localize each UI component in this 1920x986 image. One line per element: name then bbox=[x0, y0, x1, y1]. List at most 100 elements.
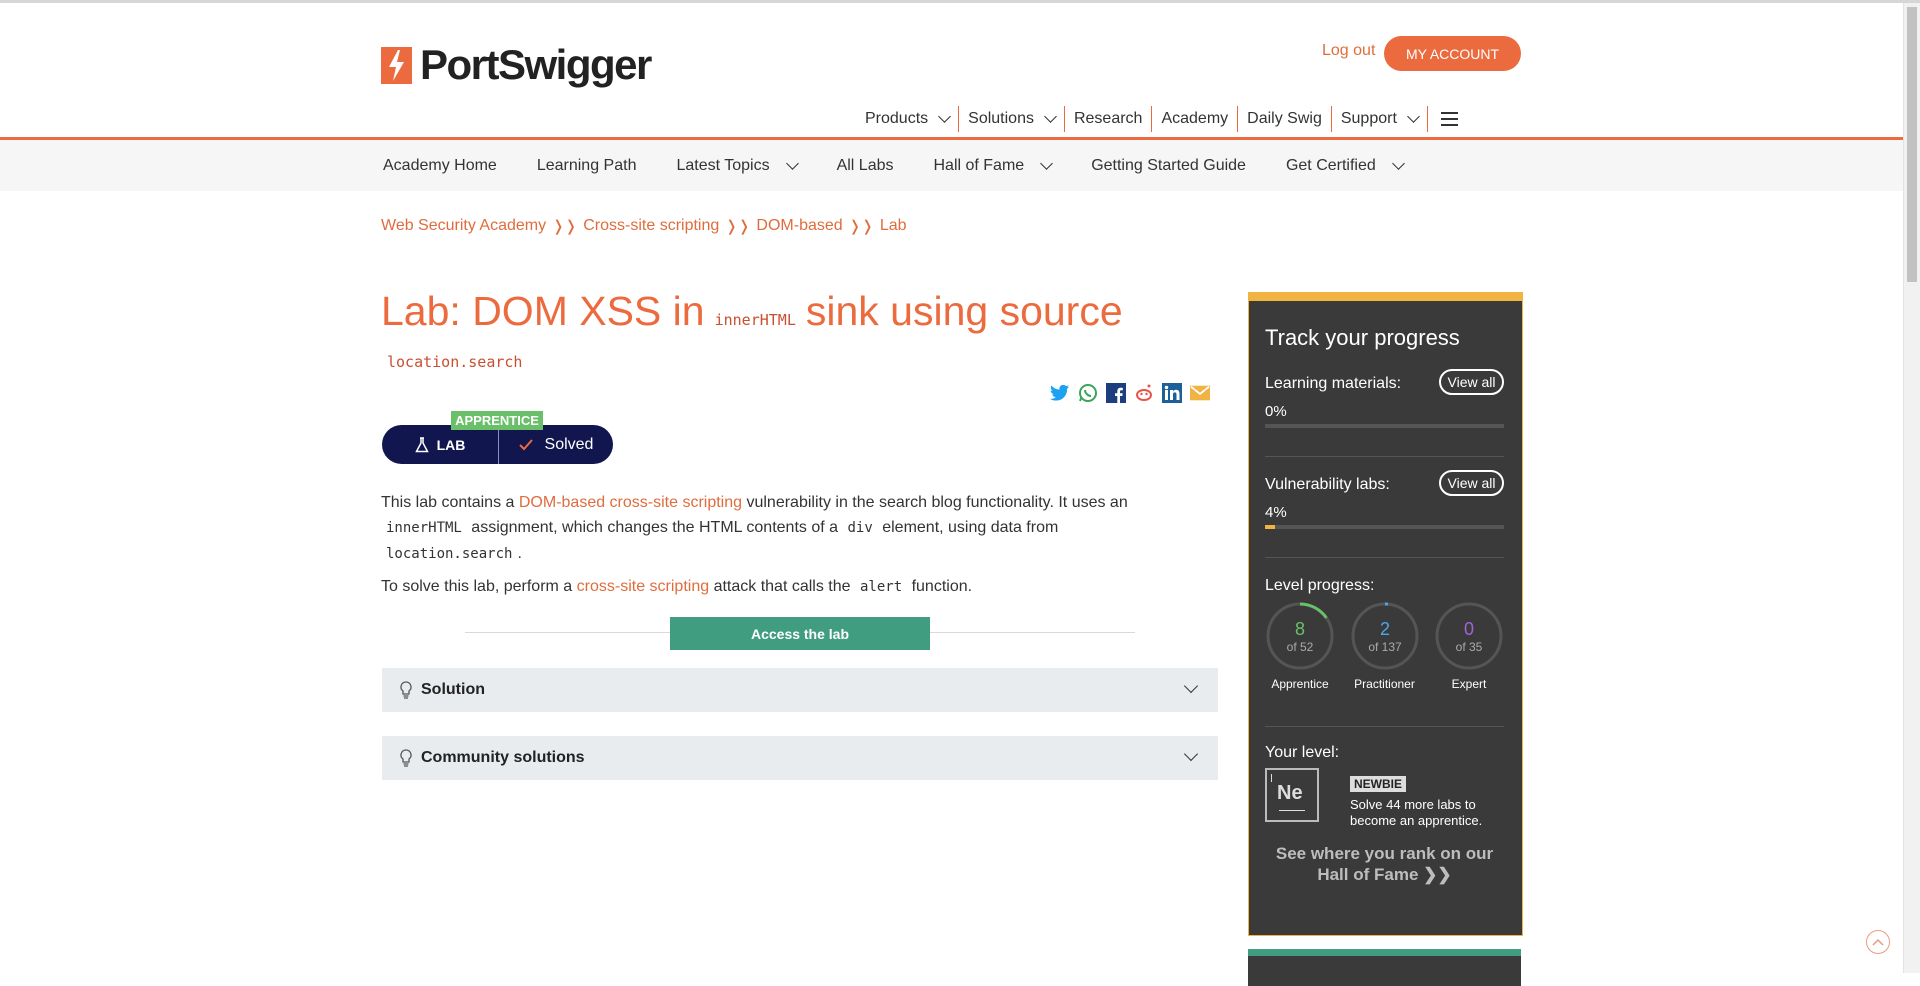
title-text: sink using source bbox=[805, 288, 1123, 334]
subnav-all-labs[interactable]: All Labs bbox=[837, 157, 894, 175]
inline-code: location.search bbox=[386, 546, 513, 562]
solved-status: Solved bbox=[499, 436, 613, 454]
desc-text: . bbox=[517, 545, 522, 562]
your-level-text: Your level: bbox=[1265, 744, 1340, 761]
hall-of-fame-link[interactable]: See where you rank on our Hall of Fame ❯… bbox=[1265, 843, 1504, 885]
ring-label: Expert bbox=[1451, 677, 1487, 691]
lab-status-pill: LAB Solved bbox=[382, 425, 613, 464]
inline-code: innerHTML bbox=[386, 520, 462, 536]
lightbulb-icon bbox=[400, 749, 412, 767]
xss-link[interactable]: cross-site scripting bbox=[577, 578, 709, 595]
view-all-learning-button[interactable]: View all bbox=[1439, 369, 1504, 395]
brand-name: PortSwigger bbox=[420, 41, 652, 88]
dom-xss-link[interactable]: DOM-based cross-site scripting bbox=[519, 494, 742, 511]
breadcrumb: Web Security Academy ❭❭ Cross-site script… bbox=[381, 217, 907, 235]
subnav-label: Getting Started Guide bbox=[1091, 156, 1246, 174]
community-solutions-accordion[interactable]: Community solutions bbox=[382, 736, 1218, 780]
nav-daily-swig-label: Daily Swig bbox=[1247, 110, 1322, 127]
breadcrumb-separator-icon: ❭❭ bbox=[552, 218, 578, 235]
solution-accordion[interactable]: Solution bbox=[382, 668, 1218, 712]
nav-academy-label: Academy bbox=[1161, 110, 1229, 127]
nav-daily-swig[interactable]: Daily Swig bbox=[1238, 106, 1331, 132]
whatsapp-icon[interactable] bbox=[1078, 383, 1098, 403]
ring-label: Apprentice bbox=[1271, 677, 1329, 691]
breadcrumb-item[interactable]: Web Security Academy bbox=[381, 217, 546, 235]
linkedin-icon[interactable] bbox=[1162, 383, 1182, 403]
rank-text: See where you rank on our Hall of Fame bbox=[1275, 844, 1494, 884]
nav-academy[interactable]: Academy bbox=[1152, 106, 1237, 132]
progress-ring-icon: 2of 137 bbox=[1351, 602, 1418, 670]
ring-count: 8 bbox=[1295, 619, 1305, 639]
level-ring-practitioner: 2 of 137 Practitioner bbox=[1350, 601, 1420, 691]
neon-element-icon: Ne bbox=[1265, 768, 1319, 822]
breadcrumb-separator-icon: ❭❭ bbox=[725, 218, 751, 235]
reddit-icon[interactable] bbox=[1134, 383, 1154, 403]
newbie-badge: NEWBIE bbox=[1350, 776, 1406, 792]
ring-total: of 52 bbox=[1287, 640, 1314, 654]
ring-total: of 35 bbox=[1456, 640, 1483, 654]
your-level-label: Your level: bbox=[1265, 744, 1504, 762]
share-icons bbox=[1050, 383, 1210, 403]
ring-total: of 137 bbox=[1368, 640, 1402, 654]
breadcrumb-item[interactable]: Lab bbox=[880, 217, 907, 235]
chevron-down-icon bbox=[1391, 156, 1405, 170]
twitter-icon[interactable] bbox=[1050, 383, 1070, 403]
my-account-button[interactable]: MY ACCOUNT bbox=[1384, 36, 1521, 71]
breadcrumb-item[interactable]: DOM-based bbox=[756, 217, 842, 235]
scroll-to-top-button[interactable] bbox=[1866, 930, 1890, 954]
subnav-label: Learning Path bbox=[536, 156, 637, 174]
logout-link[interactable]: Log out bbox=[1322, 42, 1375, 60]
secondary-panel bbox=[1248, 949, 1521, 986]
vuln-progress-bar bbox=[1265, 525, 1504, 529]
learning-progress-bar bbox=[1265, 424, 1504, 428]
subnav-label: Latest Topics bbox=[676, 156, 770, 174]
subnav-hall-of-fame[interactable]: Hall of Fame bbox=[933, 156, 1054, 175]
check-icon bbox=[518, 438, 533, 450]
flask-icon bbox=[414, 436, 429, 452]
email-icon[interactable] bbox=[1190, 383, 1210, 403]
title-text: Lab: DOM XSS in bbox=[381, 288, 705, 334]
panel-divider bbox=[1265, 557, 1504, 558]
hamburger-menu-icon[interactable] bbox=[1440, 112, 1458, 126]
subnav-getting-started[interactable]: Getting Started Guide bbox=[1091, 157, 1246, 175]
subnav-learning-path[interactable]: Learning Path bbox=[537, 157, 637, 175]
inline-code: alert bbox=[859, 579, 903, 595]
subnav-get-certified[interactable]: Get Certified bbox=[1285, 156, 1405, 175]
nav-support[interactable]: Support bbox=[1332, 106, 1427, 132]
subnav-label: Hall of Fame bbox=[933, 156, 1025, 174]
scrollbar[interactable] bbox=[1903, 3, 1920, 973]
accordion-label: Solution bbox=[421, 681, 485, 698]
level-ring-apprentice: 8 of 52 Apprentice bbox=[1265, 601, 1335, 691]
nav-solutions-label: Solutions bbox=[968, 110, 1034, 127]
vuln-percent: 4% bbox=[1265, 504, 1287, 521]
inline-code: div bbox=[847, 520, 873, 536]
title-code: location.search bbox=[387, 353, 523, 371]
desc-text: This lab contains a bbox=[381, 494, 519, 511]
scrollbar-thumb[interactable] bbox=[1907, 7, 1917, 282]
progress-ring-icon: 0of 35 bbox=[1435, 602, 1503, 670]
portswigger-logo[interactable]: PortSwigger bbox=[381, 41, 652, 88]
chevron-down-icon bbox=[1407, 110, 1420, 123]
nav-solutions[interactable]: Solutions bbox=[959, 106, 1064, 132]
nav-products-label: Products bbox=[865, 110, 929, 127]
level-progress-text: Level progress: bbox=[1265, 577, 1375, 594]
nav-divider bbox=[1426, 106, 1428, 132]
facebook-icon[interactable] bbox=[1106, 383, 1126, 403]
subnav-latest-topics[interactable]: Latest Topics bbox=[676, 156, 799, 175]
subnav-label: Get Certified bbox=[1285, 156, 1376, 174]
nav-products[interactable]: Products bbox=[856, 106, 958, 132]
nav-support-label: Support bbox=[1340, 110, 1397, 127]
vuln-labs-row: Vulnerability labs: View all 4% bbox=[1265, 470, 1504, 529]
nav-research[interactable]: Research bbox=[1065, 106, 1151, 132]
view-all-labs-button[interactable]: View all bbox=[1439, 470, 1504, 496]
desc-text: assignment, which changes the HTML conte… bbox=[466, 519, 843, 536]
subnav-academy-home[interactable]: Academy Home bbox=[383, 157, 497, 175]
access-lab-button[interactable]: Access the lab bbox=[670, 617, 930, 650]
lightbulb-icon bbox=[400, 681, 412, 699]
description-paragraph: This lab contains a DOM-based cross-site… bbox=[381, 490, 1141, 567]
chevron-down-icon bbox=[1044, 110, 1057, 123]
ring-count: 2 bbox=[1379, 619, 1389, 639]
breadcrumb-item[interactable]: Cross-site scripting bbox=[583, 217, 719, 235]
portswigger-logo-icon bbox=[381, 46, 412, 84]
title-code: innerHTML bbox=[714, 311, 796, 329]
